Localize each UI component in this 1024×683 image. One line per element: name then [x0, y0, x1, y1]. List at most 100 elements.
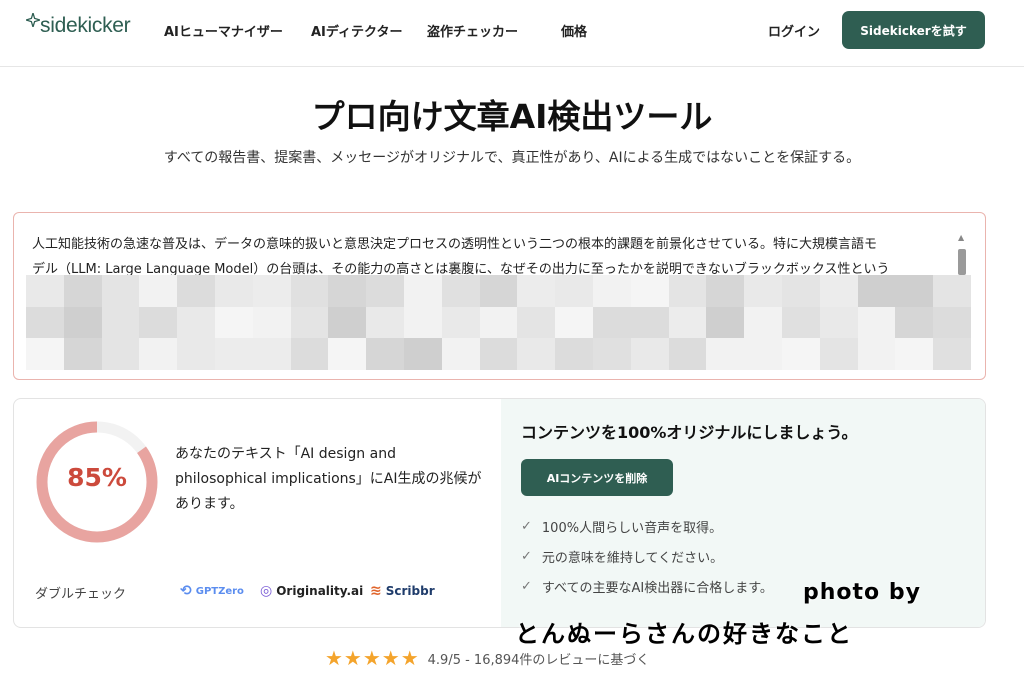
mosaic-cell — [933, 338, 971, 370]
check-icon: ✓ — [521, 549, 532, 564]
sidekicker-logo[interactable]: sidekicker — [26, 13, 131, 38]
page-title: プロ向け文章AI検出ツール — [311, 97, 713, 136]
input-text-line-1: 人工知能技術の急速な普及は、データの意味的扱いと意思決定プロセスの透明性という二… — [32, 237, 878, 252]
top-nav: sidekicker AIヒューマナイザー AIディテクター 盗作チェッカー 価… — [0, 0, 1024, 67]
check-icon: ✓ — [521, 519, 532, 534]
gptzero-icon: ⟲ — [180, 583, 192, 599]
blurred-text-mosaic — [26, 275, 971, 370]
mosaic-cell — [744, 338, 782, 370]
sparkle-icon — [26, 13, 40, 27]
mosaic-cell — [290, 338, 329, 370]
mosaic-cell — [630, 275, 669, 307]
mosaic-cell — [63, 306, 102, 339]
mosaic-cell — [214, 338, 253, 370]
mosaic-cell — [63, 338, 102, 370]
mosaic-cell — [517, 306, 556, 339]
star-rating-icon: ★★★★★ — [325, 646, 420, 670]
nav-plagiarism-checker[interactable]: 盗作チェッカー — [427, 21, 518, 40]
mosaic-cell — [819, 338, 858, 370]
mosaic-cell — [479, 306, 518, 339]
mosaic-cell — [857, 275, 896, 307]
mosaic-cell — [177, 338, 215, 370]
mosaic-cell — [26, 306, 64, 339]
mosaic-cell — [555, 338, 593, 370]
mosaic-cell — [781, 275, 820, 307]
mosaic-cell — [744, 306, 782, 339]
mosaic-cell — [592, 338, 631, 370]
mosaic-cell — [781, 306, 820, 339]
originality-link[interactable]: ◎ Originality.ai — [260, 583, 363, 599]
mosaic-cell — [668, 338, 707, 370]
text-input-area[interactable]: 人工知能技術の急速な普及は、データの意味的扱いと意思決定プロセスの透明性という二… — [13, 212, 986, 380]
mosaic-cell — [139, 275, 178, 307]
mosaic-cell — [101, 306, 140, 339]
mosaic-cell — [441, 275, 480, 307]
mosaic-cell — [857, 338, 896, 370]
nav-ai-detector[interactable]: AIディテクター — [311, 21, 402, 40]
mosaic-cell — [630, 338, 669, 370]
mosaic-cell — [555, 306, 593, 339]
mosaic-cell — [555, 275, 593, 307]
mosaic-cell — [139, 338, 178, 370]
mosaic-cell — [819, 306, 858, 339]
mosaic-cell — [668, 275, 707, 307]
scrollbar-thumb[interactable] — [958, 249, 966, 275]
scribbr-link[interactable]: ≋ Scribbr — [370, 583, 435, 599]
nav-pricing[interactable]: 価格 — [561, 21, 587, 40]
mosaic-cell — [403, 275, 442, 307]
remove-ai-content-button[interactable]: AIコンテンツを削除 — [521, 459, 673, 496]
mosaic-cell — [252, 275, 291, 307]
mosaic-cell — [252, 306, 291, 339]
scribbr-label: Scribbr — [385, 584, 435, 598]
mosaic-cell — [26, 338, 64, 370]
check-item: ✓ すべての主要なAI検出器に合格します。 — [521, 577, 773, 596]
mosaic-cell — [366, 275, 404, 307]
mosaic-cell — [857, 306, 896, 339]
mosaic-cell — [328, 275, 367, 307]
gptzero-label: GPTZero — [195, 585, 244, 597]
check-item: ✓ 元の意味を維持してください。 — [521, 547, 723, 566]
cta-panel-title: コンテンツを100%オリジナルにしましょう。 — [521, 423, 858, 442]
rating-text: 4.9/5 - 16,894件のレビューに基づく — [427, 652, 650, 668]
mosaic-cell — [101, 338, 140, 370]
mosaic-cell — [214, 275, 253, 307]
gptzero-link[interactable]: ⟲ GPTZero — [180, 583, 244, 599]
mosaic-cell — [781, 338, 820, 370]
login-link[interactable]: ログイン — [768, 21, 820, 40]
double-check-label: ダブルチェック — [35, 587, 127, 602]
mosaic-cell — [366, 306, 404, 339]
mosaic-cell — [290, 306, 329, 339]
mosaic-cell — [933, 275, 971, 307]
mosaic-cell — [744, 275, 782, 307]
mosaic-cell — [668, 306, 707, 339]
mosaic-cell — [26, 275, 64, 307]
mosaic-cell — [592, 275, 631, 307]
mosaic-cell — [441, 306, 480, 339]
mosaic-cell — [479, 338, 518, 370]
check-icon: ✓ — [521, 579, 532, 594]
mosaic-cell — [328, 338, 367, 370]
watermark-line-2: とんぬーらさんの好きなこと — [515, 620, 853, 648]
mosaic-cell — [517, 338, 556, 370]
mosaic-cell — [139, 306, 178, 339]
mosaic-cell — [819, 275, 858, 307]
check-item-label: 100%人間らしい音声を取得。 — [541, 521, 723, 536]
mosaic-cell — [252, 338, 291, 370]
mosaic-cell — [895, 306, 934, 339]
check-item: ✓ 100%人間らしい音声を取得。 — [521, 517, 722, 536]
mosaic-cell — [895, 275, 934, 307]
mosaic-cell — [101, 275, 140, 307]
mosaic-cell — [592, 306, 631, 339]
mosaic-cell — [403, 306, 442, 339]
mosaic-cell — [328, 306, 367, 339]
ai-score-percent: 85% — [67, 463, 127, 492]
mosaic-cell — [706, 338, 745, 370]
mosaic-cell — [290, 275, 329, 307]
scroll-up-arrow-icon[interactable]: ▲ — [958, 233, 964, 242]
check-item-label: すべての主要なAI検出器に合格します。 — [541, 581, 773, 596]
mosaic-cell — [479, 275, 518, 307]
nav-ai-humanizer[interactable]: AIヒューマナイザー — [164, 21, 283, 40]
logo-text: sidekicker — [40, 14, 131, 37]
try-sidekicker-button[interactable]: Sidekickerを試す — [842, 11, 985, 49]
mosaic-cell — [706, 275, 745, 307]
